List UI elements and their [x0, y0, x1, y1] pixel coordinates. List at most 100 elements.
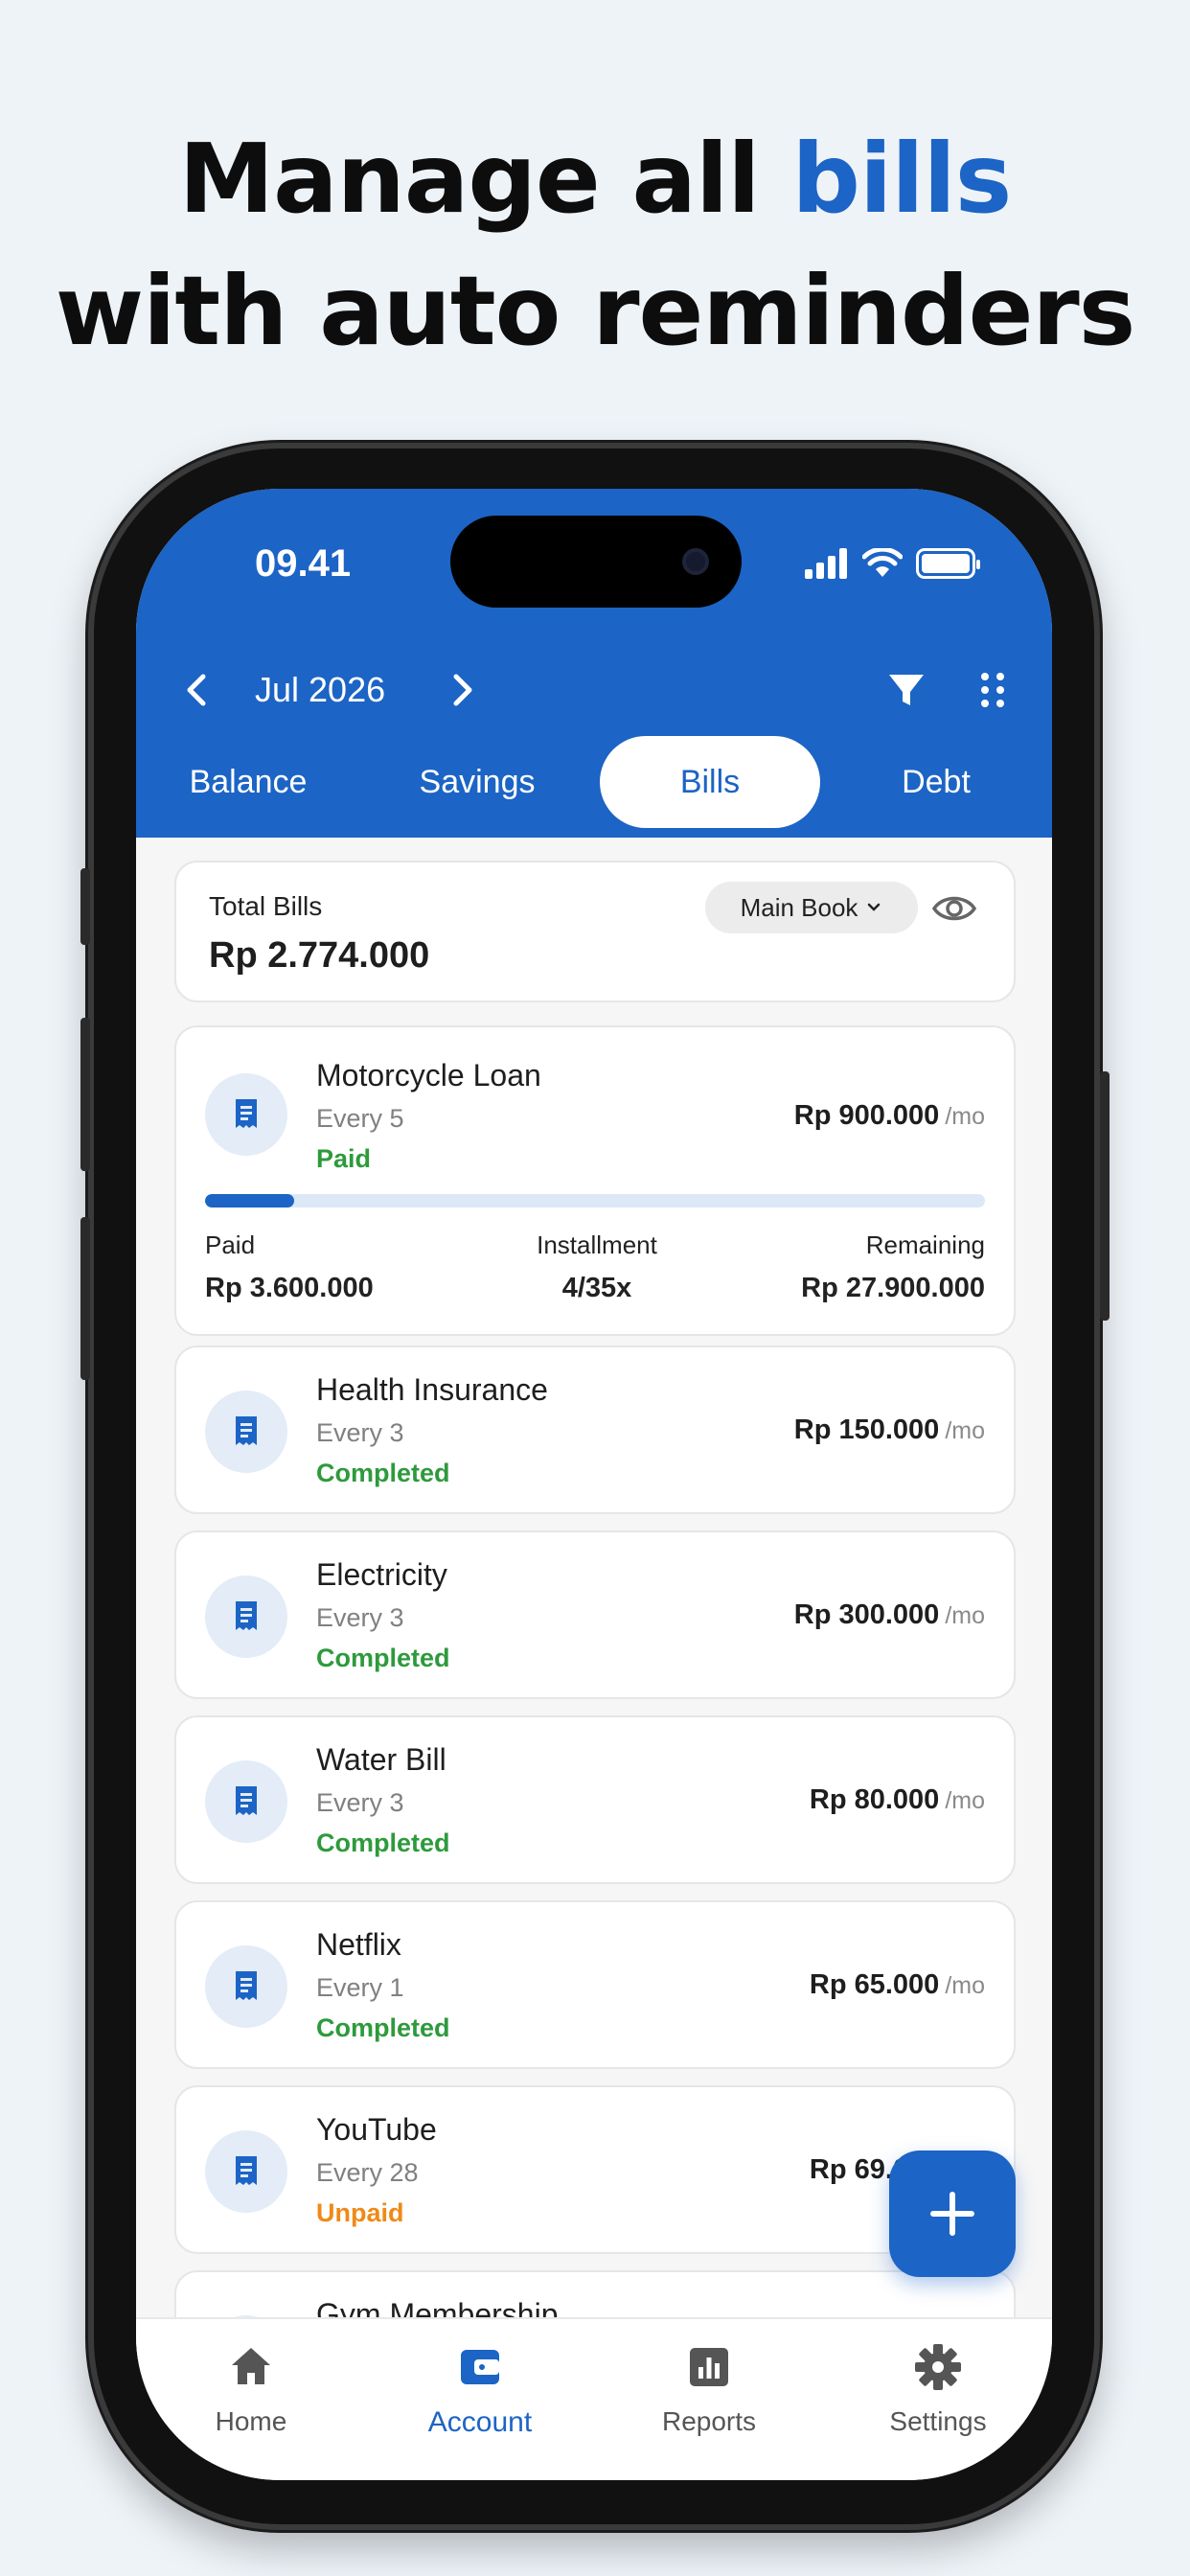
bill-amount-value: Rp 900.000 [793, 1100, 940, 1131]
bill-amount-period: /mo [945, 1417, 985, 1444]
receipt-icon [236, 1786, 257, 1815]
volume-down-button [80, 1217, 90, 1380]
book-selector[interactable]: Main Book [705, 882, 918, 933]
cellular-signal-icon [805, 548, 847, 579]
bill-name: Water Bill [316, 1742, 446, 1777]
bill-status: Paid [316, 1144, 372, 1173]
bill-card-water-bill[interactable]: Water Bill Every 3 Completed Rp 80.000/mo [174, 1715, 1016, 1884]
camera-icon [682, 548, 709, 575]
month-navigator: Jul 2026 [136, 652, 1052, 728]
bill-name: Motorcycle Loan [316, 1058, 541, 1092]
nav-home[interactable]: Home [136, 2342, 366, 2437]
bill-status: Completed [316, 1828, 450, 1857]
receipt-icon [236, 1971, 257, 2000]
nav-settings[interactable]: Settings [823, 2342, 1052, 2437]
bill-name: Netflix [316, 1927, 401, 1962]
action-button [80, 868, 90, 945]
bill-name: Electricity [316, 1557, 447, 1592]
bill-frequency: Every 28 [316, 2158, 419, 2187]
chevron-right-icon[interactable] [439, 667, 485, 713]
wifi-icon [862, 548, 903, 577]
bar-chart-icon [690, 2348, 728, 2386]
installment-progress-bar [205, 1194, 985, 1208]
bill-icon [205, 2130, 287, 2213]
bill-amount: Rp 80.000/mo [810, 1784, 985, 1816]
tab-debt[interactable]: Debt [826, 736, 1046, 828]
bill-card-health-insurance[interactable]: Health Insurance Every 3 Completed Rp 150.0… [174, 1346, 1016, 1514]
add-bill-button[interactable] [889, 2150, 1016, 2277]
tab-balance[interactable]: Balance [138, 736, 358, 828]
headline-line2: with auto reminders [55, 255, 1136, 367]
bill-amount-value: Rp 80.000 [809, 1784, 940, 1815]
nav-home-label: Home [215, 2406, 287, 2436]
bill-status: Unpaid [316, 2198, 404, 2227]
bill-amount-value: Rp 150.000 [793, 1414, 940, 1445]
bill-card-gym-membership[interactable]: Gym Membership [174, 2270, 1016, 2321]
total-bills-card: Total Bills Rp 2.774.000 Main Book [174, 861, 1016, 1002]
receipt-icon [236, 2156, 257, 2185]
bill-icon [205, 1391, 287, 1473]
tab-savings[interactable]: Savings [367, 736, 587, 828]
power-button [1100, 1071, 1110, 1321]
app-screen: 09.41 Jul 2026 Balance Savings Bills Deb… [136, 489, 1052, 2480]
status-icons [805, 548, 980, 579]
chevron-down-icon [868, 903, 881, 911]
bill-amount: Rp 900.000/mo [794, 1100, 985, 1132]
tab-bar: Balance Savings Bills Debt [136, 736, 1052, 828]
marketing-headline: Manage all bills with auto reminders [0, 113, 1190, 378]
status-time: 09.41 [255, 542, 352, 585]
app-header: 09.41 Jul 2026 Balance Savings Bills Deb… [136, 489, 1052, 838]
remaining-value: Rp 27.900.000 [801, 1273, 985, 1303]
remaining-label: Remaining [865, 1230, 985, 1259]
bill-card-electricity[interactable]: Electricity Every 3 Completed Rp 300.000/mo [174, 1530, 1016, 1699]
receipt-icon [236, 1099, 257, 1128]
nav-reports-label: Reports [661, 2406, 757, 2436]
bill-amount-period: /mo [945, 1602, 985, 1629]
bill-amount-period: /mo [945, 1103, 985, 1130]
bill-status: Completed [316, 1459, 450, 1487]
tab-bills[interactable]: Bills [600, 736, 820, 828]
bill-amount: Rp 150.000/mo [794, 1414, 985, 1446]
bill-status: Completed [316, 2013, 450, 2042]
wallet-icon [461, 2350, 499, 2384]
dynamic-island [450, 516, 742, 608]
bill-icon [205, 1073, 287, 1156]
bill-name: YouTube [316, 2112, 437, 2147]
bill-frequency: Every 5 [316, 1104, 404, 1133]
total-bills-label: Total Bills [209, 891, 323, 921]
bill-amount-period: /mo [945, 1787, 985, 1814]
book-selector-label: Main Book [740, 892, 858, 922]
bill-icon [205, 1576, 287, 1658]
bill-amount-period: /mo [945, 1972, 985, 1999]
bill-amount: Rp 65.000/mo [810, 1969, 985, 2001]
filter-icon[interactable] [883, 667, 929, 713]
bill-amount-value: Rp 300.000 [793, 1599, 940, 1630]
bills-content: Total Bills Rp 2.774.000 Main Book Motor… [136, 838, 1052, 2321]
bill-status: Completed [316, 1644, 450, 1672]
nav-settings-label: Settings [889, 2406, 987, 2436]
bill-amount-value: Rp 65.000 [809, 1969, 940, 2000]
bill-icon [205, 1760, 287, 1843]
bill-frequency: Every 3 [316, 1788, 404, 1817]
chevron-left-icon[interactable] [174, 667, 220, 713]
bill-icon [205, 1945, 287, 2028]
bill-amount: Rp 300.000/mo [794, 1599, 985, 1631]
receipt-icon [236, 1601, 257, 1630]
eye-icon[interactable] [931, 889, 977, 928]
bottom-navigation: Home Account Reports Settings [136, 2317, 1052, 2480]
nav-account[interactable]: Account [365, 2342, 595, 2439]
grid-icon[interactable] [970, 667, 1016, 713]
plus-icon [930, 2192, 974, 2236]
bill-card-motorcycle-loan[interactable]: Motorcycle Loan Every 5 Paid Rp 900.000/… [174, 1025, 1016, 1336]
bill-name: Health Insurance [316, 1372, 548, 1407]
nav-account-label: Account [427, 2406, 533, 2438]
home-icon [232, 2348, 270, 2384]
nav-reports[interactable]: Reports [594, 2342, 824, 2437]
bill-frequency: Every 3 [316, 1603, 404, 1632]
current-month[interactable]: Jul 2026 [255, 667, 385, 713]
bill-card-netflix[interactable]: Netflix Every 1 Completed Rp 65.000/mo [174, 1900, 1016, 2069]
gear-icon [915, 2344, 961, 2390]
headline-prefix: Manage all [178, 123, 792, 235]
total-bills-value: Rp 2.774.000 [209, 935, 430, 976]
headline-accent: bills [791, 123, 1012, 235]
